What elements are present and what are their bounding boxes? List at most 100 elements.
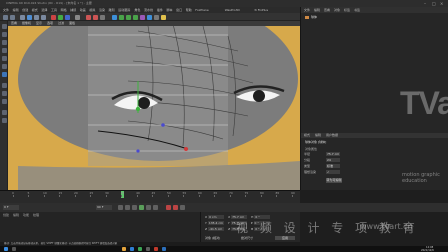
close-icon[interactable]: × — [440, 0, 443, 7]
lock-workplane-icon[interactable] — [1, 118, 7, 123]
current-frame-field[interactable]: 0 F — [3, 205, 19, 210]
record-icon[interactable] — [166, 205, 171, 210]
search-icon[interactable] — [12, 247, 16, 251]
coordinate-value-field[interactable]: -41.5 cm — [208, 227, 225, 231]
perspective-viewport[interactable]: 查看 摄像机 显示 选项 过滤 面板 — [8, 21, 300, 190]
timeline[interactable]: 0 5 10 15 20 25 30 35 40 45 50 55 60 65 70 75 80 85 90 — [0, 190, 300, 203]
coordinate-axis-label: Y — [227, 221, 230, 225]
timeline-tick — [198, 195, 200, 197]
points-mode-icon[interactable] — [1, 56, 7, 61]
viewport-menu-item[interactable]: 摄像机 — [22, 21, 31, 25]
material-menu-item[interactable]: 纹理 — [33, 213, 39, 217]
object-manager-tab[interactable]: 查看 — [324, 7, 330, 13]
coordinate-axis-label: X — [205, 215, 208, 219]
light-icon[interactable] — [161, 14, 166, 20]
material-menu-item[interactable]: 创建 — [3, 213, 9, 217]
camera-icon[interactable] — [154, 14, 159, 20]
array-icon[interactable] — [133, 14, 138, 20]
subdivision-icon[interactable] — [126, 14, 131, 20]
move-icon[interactable] — [27, 14, 32, 20]
attributes-tab[interactable]: 编辑 — [315, 133, 321, 138]
maximize-icon[interactable]: □ — [432, 0, 436, 7]
material-menu-item[interactable]: 编辑 — [13, 213, 19, 217]
coordinate-mode-right[interactable]: 绝对尺寸 — [241, 236, 253, 240]
floor-icon[interactable] — [147, 14, 152, 20]
viewport-canvas[interactable] — [8, 21, 300, 190]
apply-button[interactable]: 应用 — [275, 236, 295, 240]
object-manager-tab[interactable]: 文件 — [304, 7, 310, 13]
object-manager-tab[interactable]: 标签 — [344, 7, 350, 13]
property-value-field[interactable]: 75.7 cm — [326, 152, 340, 156]
edges-mode-icon[interactable] — [1, 64, 7, 69]
viewport-menu-item[interactable]: 面板 — [69, 21, 75, 25]
undo-icon[interactable] — [3, 14, 8, 20]
redo-icon[interactable] — [10, 14, 15, 20]
deformer-icon[interactable] — [140, 14, 145, 20]
cube-icon[interactable] — [112, 14, 117, 20]
attributes-tab[interactable]: 模式 — [304, 133, 310, 138]
object-manager-tab[interactable]: 对象 — [334, 7, 340, 13]
go-to-start-icon[interactable] — [118, 205, 123, 210]
object-list-item[interactable]: 球体 — [305, 15, 317, 19]
coordinate-axis-label: X — [228, 215, 231, 219]
property-value-field[interactable]: ✓ — [326, 170, 340, 174]
viewport-menu-item[interactable]: 查看 — [11, 21, 17, 25]
previous-key-icon[interactable] — [125, 205, 130, 210]
app-icon[interactable] — [162, 247, 166, 251]
play-icon[interactable] — [139, 205, 144, 210]
axis-mode-icon[interactable] — [1, 83, 7, 88]
viewport-menu-item[interactable]: 过滤 — [58, 21, 64, 25]
spline-icon[interactable] — [119, 14, 124, 20]
autokey-icon[interactable] — [173, 205, 178, 210]
solo-icon[interactable] — [1, 110, 7, 115]
viewport-menu: 查看 摄像机 显示 选项 过滤 面板 — [8, 21, 300, 26]
z-axis-icon[interactable] — [65, 14, 70, 20]
viewport-menu-item[interactable]: 显示 — [36, 21, 42, 25]
point-handle[interactable] — [136, 149, 140, 153]
texture-mode-icon[interactable] — [1, 40, 7, 45]
tweak-mode-icon[interactable] — [1, 91, 7, 96]
object-manager-tab[interactable]: 书签 — [354, 7, 360, 13]
scale-icon[interactable] — [34, 14, 39, 20]
snap-icon[interactable] — [1, 99, 7, 104]
live-select-icon[interactable] — [20, 14, 25, 20]
play-backward-icon[interactable] — [132, 205, 137, 210]
rotate-icon[interactable] — [41, 14, 46, 20]
keyframe-selection-icon[interactable] — [180, 205, 185, 210]
render-picture-icon[interactable] — [93, 14, 98, 20]
attributes-object-label: 球体对象 [球体] — [305, 140, 327, 144]
timeline-tick — [214, 195, 215, 197]
property-value-field[interactable]: 标准 — [326, 164, 340, 168]
workplane-icon[interactable] — [1, 48, 7, 53]
render-settings-icon[interactable] — [100, 14, 105, 20]
minimize-icon[interactable]: – — [424, 0, 426, 7]
chat-app-icon[interactable] — [138, 247, 142, 251]
property-value-field[interactable]: 24 — [326, 158, 340, 162]
z-axis-handle[interactable] — [161, 123, 165, 127]
move-gizmo-center[interactable] — [135, 106, 141, 112]
recorder-icon[interactable] — [154, 247, 158, 251]
attributes-tab[interactable]: 用户数据 — [326, 133, 338, 138]
make-editable-icon[interactable] — [1, 24, 7, 29]
make-editable-button[interactable]: 转为可编辑 — [326, 178, 342, 183]
x-axis-icon[interactable] — [51, 14, 56, 20]
end-frame-field[interactable]: 90 F — [96, 205, 112, 210]
coordinate-value-field[interactable]: 135.4 cm — [207, 221, 224, 225]
polygons-mode-icon[interactable] — [1, 72, 7, 77]
viewport-menu-item[interactable]: 选项 — [47, 21, 53, 25]
file-explorer-icon[interactable] — [122, 247, 126, 251]
browser-icon[interactable] — [130, 247, 134, 251]
y-axis-icon[interactable] — [58, 14, 63, 20]
model-mode-icon[interactable] — [1, 32, 7, 37]
go-to-end-icon[interactable] — [153, 205, 158, 210]
coordinate-mode-left[interactable]: 对象 (相对) — [205, 236, 220, 240]
next-key-icon[interactable] — [146, 205, 151, 210]
render-view-icon[interactable] — [86, 14, 91, 20]
windows-start-icon[interactable] — [4, 247, 8, 251]
object-manager-tab[interactable]: 编辑 — [314, 7, 320, 13]
coordinate-value-field[interactable]: 0 cm — [208, 215, 225, 219]
cinema4d-taskbar-icon[interactable] — [146, 247, 150, 251]
x-axis-handle[interactable] — [184, 147, 188, 151]
coordinate-system-icon[interactable] — [75, 14, 80, 20]
material-menu-item[interactable]: 功能 — [23, 213, 29, 217]
